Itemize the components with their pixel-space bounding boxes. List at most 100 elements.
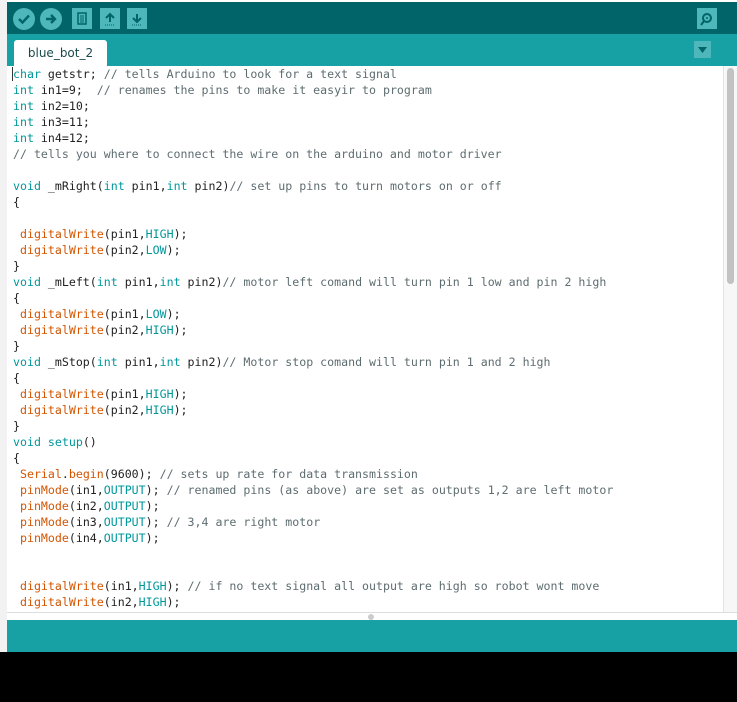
text-caret [12,67,13,81]
code-text-token: ); [145,483,167,497]
code-keyword: setup [47,435,83,449]
code-comment: // if no text signal all output are high… [187,579,600,593]
save-button[interactable] [127,8,147,29]
code-function: pinMode [19,499,69,513]
code-text[interactable]: char getstr; // tells Arduino to look fo… [13,66,613,610]
code-keyword: LOW [145,243,167,257]
code-text-token: (pin2, [103,323,146,337]
code-text-token: ); [166,243,181,257]
code-text-token: in3=11; [33,115,90,129]
code-line: { [13,370,613,386]
code-text-token: . [61,467,69,481]
code-function: digitalWrite [19,323,104,337]
console-area [7,620,737,652]
code-text-token: pin2) [187,179,230,193]
code-keyword: HIGH [138,595,167,609]
code-text-token: in4=12; [33,131,90,145]
code-keyword: int [96,275,118,289]
code-comment: // Motor stop comand will turn pin 1 and… [222,355,551,369]
arrow-up-icon [105,12,115,25]
code-line: digitalWrite(pin2,LOW); [13,242,613,258]
code-keyword: OUTPUT [103,531,146,545]
code-text-token: pin1, [117,275,160,289]
code-keyword: void [13,355,41,369]
code-keyword: HIGH [145,323,174,337]
code-text-token: _mLeft( [40,275,97,289]
scrollbar-thumb[interactable] [727,68,734,284]
code-text-token: } [13,419,20,433]
magnifier-icon [700,12,712,26]
code-keyword: int [103,179,125,193]
code-text-token: } [13,339,20,353]
code-text-token: (in2, [103,595,139,609]
code-keyword: int [96,355,118,369]
code-line: pinMode(in4,OUTPUT); [13,530,613,546]
code-text-token: pin2) [180,275,223,289]
code-line: digitalWrite(pin2,HIGH); [13,402,613,418]
code-function: digitalWrite [19,579,104,593]
pane-divider[interactable] [7,612,737,620]
code-line: digitalWrite(pin1,LOW); [13,306,613,322]
arrow-right-icon [46,14,57,24]
code-comment: // 3,4 are right motor [166,515,321,529]
code-comment: // set up pins to turn motors on or off [229,179,502,193]
code-text-token: (pin2, [103,243,146,257]
code-text-token: getstr; [40,67,104,81]
code-text-token: ); [173,403,188,417]
toolbar [7,2,737,34]
code-text-token: { [13,451,20,465]
code-text-token: pin1, [124,179,167,193]
upload-button[interactable] [40,8,62,30]
code-text-token: (in1, [68,483,104,497]
code-comment: // renames the pins to make it easyir to… [96,83,432,97]
code-line: { [13,450,613,466]
code-text-token: ); [145,515,167,529]
code-line: Serial.begin(9600); // sets up rate for … [13,466,613,482]
tab-blue-bot-2[interactable]: blue_bot_2 [14,40,107,66]
code-line: pinMode(in3,OUTPUT); // 3,4 are right mo… [13,514,613,530]
code-keyword: int [13,131,34,145]
code-line: void setup() [13,434,613,450]
code-keyword: int [13,99,34,113]
new-sketch-button[interactable] [72,8,92,29]
code-text-token: { [13,371,20,385]
code-line: } [13,258,613,274]
code-keyword: HIGH [145,387,174,401]
code-line: int in4=12; [13,130,613,146]
tab-menu-button[interactable] [694,41,711,58]
code-keyword: LOW [145,307,167,321]
code-keyword: void [13,275,41,289]
code-keyword: int [159,275,181,289]
code-line: { [13,194,613,210]
code-text-token: ); [166,307,181,321]
code-text-token: (pin2, [103,403,146,417]
editor-scrollbar[interactable] [723,66,737,612]
code-keyword: int [159,355,181,369]
verify-button[interactable] [13,8,35,30]
serial-monitor-button[interactable] [697,8,717,29]
code-editor[interactable]: char getstr; // tells Arduino to look fo… [7,66,737,612]
code-text-token: (in1, [103,579,139,593]
code-text-token: ); [145,531,160,545]
code-text-token: } [13,259,20,273]
document-icon [77,12,87,25]
code-keyword: OUTPUT [103,483,146,497]
code-line: } [13,418,613,434]
code-text-token: (pin1, [103,307,146,321]
code-keyword: int [166,179,188,193]
open-button[interactable] [100,8,120,29]
code-text-token: (pin1, [103,227,146,241]
chevron-down-icon [698,46,707,53]
